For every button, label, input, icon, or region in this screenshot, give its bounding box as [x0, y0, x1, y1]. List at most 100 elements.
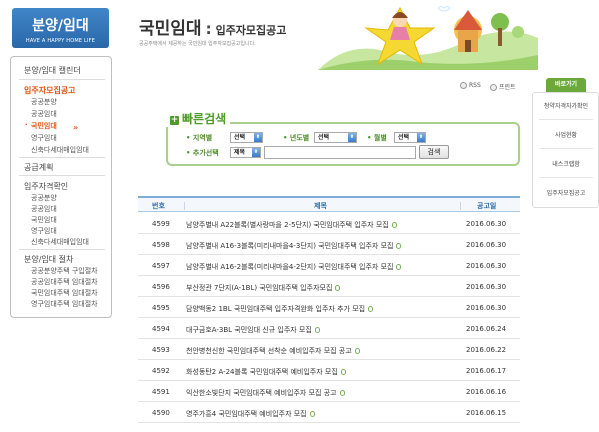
page-title: 국민임대: 입주자모집공고: [139, 14, 286, 39]
column-header-title: 제목: [314, 202, 327, 210]
table-row[interactable]: 4590 영주가흥4 국민임대주택 예비입주자 모집 2016.06.15: [138, 402, 520, 423]
row-number: 4592: [152, 367, 170, 375]
quick-links-tab: 바로가기: [546, 78, 586, 92]
table-header: 번호 제목 공고일: [138, 196, 520, 212]
row-title-link[interactable]: 대구금호A-3BL 국민임대 신규 입주자 모집: [186, 325, 320, 335]
sidebar-sub-elig-public-rent[interactable]: 공공임대: [31, 204, 57, 214]
row-number: 4590: [152, 409, 170, 417]
row-title-link[interactable]: 담양백동2 1BL 국민임대주택 입주자격완화 입주자 추가 모집: [186, 304, 374, 314]
extra-select[interactable]: 제목 ⬍: [230, 147, 261, 158]
year-label: 년도별: [283, 133, 309, 143]
divider: [539, 177, 593, 178]
quick-search-title: + 빠른검색: [166, 110, 231, 127]
quick-link-business-status[interactable]: 사업현황: [533, 130, 599, 139]
row-date: 2016.06.30: [466, 283, 507, 291]
table-row[interactable]: 4596 부산정관 7단지(A-1BL) 국민임대주택 입주자모집 2016.06.…: [138, 276, 520, 297]
month-select-value: 선택: [398, 134, 410, 141]
sidebar-item-recruit-notice[interactable]: 입주자모집공고: [24, 85, 76, 96]
divider: [460, 202, 461, 210]
quick-link-eligibility-check[interactable]: 청약자격자가확인: [533, 101, 599, 110]
row-date: 2016.06.30: [466, 262, 507, 270]
sidebar: 분양/임대 캘린더 입주자모집공고 공공분양 공공임대 국민임대 » 영구임대 …: [10, 56, 112, 318]
column-header-no: 번호: [152, 202, 165, 210]
sidebar-item-calendar[interactable]: 분양/임대 캘린더: [24, 65, 81, 76]
row-title: 남양주별내 A16-3블록(미리내마을4-3단지) 국민임대주택 입주자 모집: [186, 242, 394, 250]
row-date: 2016.06.30: [466, 304, 507, 312]
row-title: 남양주별내 A22블록(별사랑마을 2-5단지) 국민임대주택 입주자 모집: [186, 221, 389, 229]
sidebar-sub-proc-public-rent[interactable]: 공공임대주택 임대절차: [31, 277, 98, 287]
sidebar-sub-national-rent[interactable]: 국민임대: [25, 121, 57, 131]
row-number: 4594: [152, 325, 170, 333]
month-select[interactable]: 선택 ⬍: [394, 132, 426, 143]
attachment-icon: [391, 222, 397, 228]
sidebar-sub-elig-national-rent[interactable]: 국민임대: [31, 215, 57, 225]
table-row[interactable]: 4594 대구금호A-3BL 국민임대 신규 입주자 모집 2016.06.24: [138, 318, 520, 339]
quick-link-my-scrap[interactable]: 내스크랩함: [533, 159, 599, 168]
column-header-date: 공고일: [477, 202, 497, 210]
row-title-link[interactable]: 남양주별내 A16-3블록(미리내마을4-3단지) 국민임대주택 입주자 모집: [186, 241, 402, 251]
table-row[interactable]: 4592 화성동탄2 A-24블록 국민임대주택 예비입주자 모집 2016.06.…: [138, 360, 520, 381]
sidebar-item-supply-plan[interactable]: 공급계획: [24, 162, 53, 173]
attachment-icon: [340, 369, 346, 375]
print-link[interactable]: 프린트: [490, 82, 516, 91]
divider: [19, 175, 105, 176]
row-title: 익산한소빛단지 국민임대주택 예비입주자 모집 공고: [186, 389, 337, 397]
row-title-link[interactable]: 화성동탄2 A-24블록 국민임대주택 예비입주자 모집: [186, 367, 346, 377]
table-row[interactable]: 4599 남양주별내 A22블록(별사랑마을 2-5단지) 국민임대주택 입주자 …: [138, 213, 520, 234]
row-title: 대구금호A-3BL 국민임대 신규 입주자 모집: [186, 326, 312, 334]
sidebar-sub-proc-permanent-rent[interactable]: 영구임대주택 임대절차: [31, 299, 98, 309]
row-title: 천안병천신한 국민임대주택 선착순 예비입주자 모집 공고: [186, 347, 352, 355]
sidebar-sub-multi-family[interactable]: 신축다세대매입임대: [31, 145, 89, 155]
row-date: 2016.06.24: [466, 325, 507, 333]
table-row[interactable]: 4591 익산한소빛단지 국민임대주택 예비입주자 모집 공고 2016.06.16: [138, 381, 520, 402]
print-label: 프린트: [499, 84, 516, 91]
page-description: 공공주택에서 제공하는 국민임대 입주자모집공고입니다.: [139, 41, 256, 47]
dropdown-icon: ⬍: [348, 133, 356, 142]
sidebar-sub-proc-national-rent[interactable]: 국민임대주택 임대절차: [31, 288, 98, 298]
region-select[interactable]: 선택 ⬍: [230, 132, 263, 143]
attachment-icon: [396, 264, 402, 270]
table-row[interactable]: 4597 남양주별내 A16-2블록(미리내마을4-2단지) 국민임대주택 입주자…: [138, 255, 520, 276]
rss-link[interactable]: RSS: [460, 82, 481, 89]
divider: [19, 157, 105, 158]
table-row[interactable]: 4595 담양백동2 1BL 국민임대주택 입주자격완화 입주자 추가 모집 201…: [138, 297, 520, 318]
row-title-link[interactable]: 남양주별내 A22블록(별사랑마을 2-5단지) 국민임대주택 입주자 모집: [186, 220, 397, 230]
quick-link-recruit-notice[interactable]: 입주자모집공고: [533, 188, 599, 197]
table-row[interactable]: 4598 남양주별내 A16-3블록(미리내마을4-3단지) 국민임대주택 입주자…: [138, 234, 520, 255]
table-row[interactable]: 4593 천안병천신한 국민임대주택 선착순 예비입주자 모집 공고 2016.06…: [138, 339, 520, 360]
row-title-link[interactable]: 영주가흥4 국민임대주택 예비입주자 모집: [186, 409, 315, 419]
sidebar-sub-public-rent[interactable]: 공공임대: [31, 109, 57, 119]
sidebar-item-eligibility[interactable]: 입주자격확인: [24, 181, 68, 192]
section-logo[interactable]: 분양/임대 HAVE A HAPPY HOME LIFE: [12, 8, 109, 48]
quick-links-panel: 청약자격자가확인 사업현황 내스크랩함 입주자모집공고: [532, 92, 599, 208]
sidebar-sub-elig-multi-family[interactable]: 신축다세대매입임대: [31, 237, 89, 247]
search-input[interactable]: [264, 146, 416, 159]
sidebar-sub-elig-public-sale[interactable]: 공공분양: [31, 193, 57, 203]
row-number: 4591: [152, 388, 170, 396]
year-select-value: 선택: [318, 134, 330, 141]
attachment-icon: [396, 243, 402, 249]
row-title-link[interactable]: 천안병천신한 국민임대주택 선착순 예비입주자 모집 공고: [186, 346, 360, 356]
row-title-link[interactable]: 부산정관 7단지(A-1BL) 국민임대주택 입주자모집: [186, 283, 341, 293]
row-title-link[interactable]: 남양주별내 A16-2블록(미리내마을4-2단지) 국민임대주택 입주자 모집: [186, 262, 402, 272]
row-title-link[interactable]: 익산한소빛단지 국민임대주택 예비입주자 모집 공고: [186, 388, 345, 398]
divider: [539, 148, 593, 149]
attachment-icon: [368, 306, 374, 312]
row-number: 4593: [152, 346, 170, 354]
sidebar-item-procedure[interactable]: 분양/임대 절차: [24, 254, 73, 265]
attachment-icon: [339, 390, 345, 396]
active-arrow-icon: »: [73, 123, 79, 132]
sidebar-sub-elig-permanent-rent[interactable]: 영구임대: [31, 226, 57, 236]
sidebar-sub-public-sale[interactable]: 공공분양: [31, 97, 57, 107]
row-date: 2016.06.15: [466, 409, 507, 417]
search-button[interactable]: 검색: [419, 145, 449, 159]
year-select[interactable]: 선택 ⬍: [314, 132, 357, 143]
sidebar-sub-permanent-rent[interactable]: 영구임대: [31, 133, 57, 143]
row-number: 4596: [152, 283, 170, 291]
page-title-main: 국민임대: [139, 19, 202, 39]
row-title: 화성동탄2 A-24블록 국민임대주택 예비입주자 모집: [186, 368, 338, 376]
attachment-icon: [354, 348, 360, 354]
rss-label: RSS: [469, 82, 481, 89]
sidebar-sub-proc-sale[interactable]: 공공분양주택 구입절차: [31, 266, 98, 276]
quick-search-title-text: 빠른검색: [182, 112, 227, 126]
